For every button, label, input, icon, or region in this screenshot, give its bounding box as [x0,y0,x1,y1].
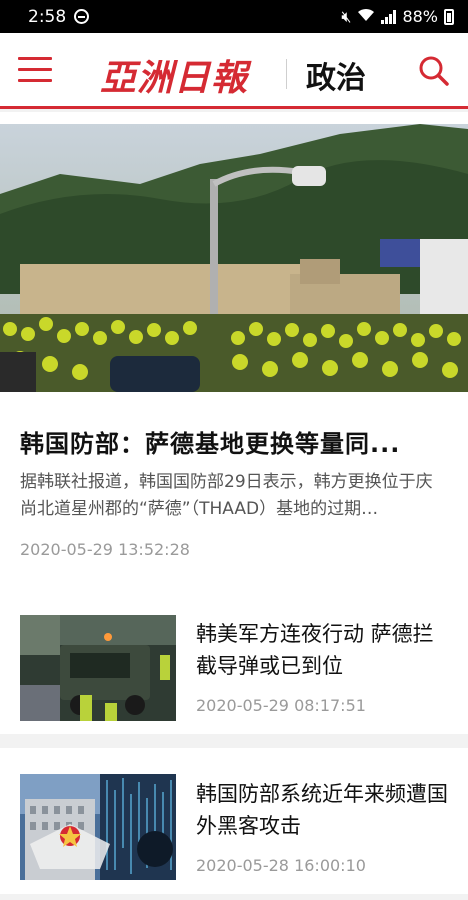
search-icon [419,56,449,86]
hero-image[interactable] [0,124,468,392]
article-thumbnail[interactable] [20,774,176,880]
signal-icon [381,9,397,24]
news-feed[interactable]: 韩国防部：萨德基地更换等量同... 据韩联社报道，韩国国防部29日表示，韩方更换… [0,112,468,894]
menu-icon-bar [18,68,52,71]
section-title: 政治 [306,61,366,96]
app-header: 亞洲日報 政治 [0,33,468,109]
hero-title[interactable]: 韩国防部：萨德基地更换等量同... [20,424,450,459]
clock: 2:58 [28,6,67,27]
article-date: 2020-05-28 16:00:10 [196,856,366,875]
menu-icon [18,57,52,60]
wifi-icon [357,7,375,26]
menu-button[interactable] [18,57,52,83]
do-not-disturb-icon [74,9,90,24]
hero-article[interactable]: 韩国防部：萨德基地更换等量同... 据韩联社报道，韩国国防部29日表示，韩方更换… [0,112,468,590]
status-bar: 2:58 🔇︎ 88% [0,0,468,33]
battery-icon [444,8,454,25]
logo[interactable]: 亞洲日報 [100,49,248,101]
mute-icon: 🔇︎ [341,6,352,26]
list-item[interactable]: 韩国防部系统近年来频遭国外黑客攻击 2020-05-28 16:00:10 [0,748,468,894]
hero-summary[interactable]: 据韩联社报道，韩国国防部29日表示，韩方更换位于庆尚北道星州郡的“萨德”（THA… [20,469,448,523]
article-thumbnail[interactable] [20,615,176,721]
list-item[interactable]: 韩美军方连夜行动 萨德拦截导弹或已到位 2020-05-29 08:17:51 [0,588,468,734]
header-divider [286,59,287,89]
article-title[interactable]: 韩美军方连夜行动 萨德拦截导弹或已到位 [196,618,452,682]
hero-date: 2020-05-29 13:52:28 [20,540,190,559]
battery-percent: 88% [402,7,438,26]
article-title[interactable]: 韩国防部系统近年来频遭国外黑客攻击 [196,778,452,842]
menu-icon-bar [18,79,52,82]
article-date: 2020-05-29 08:17:51 [196,696,366,715]
search-button[interactable] [418,55,450,87]
